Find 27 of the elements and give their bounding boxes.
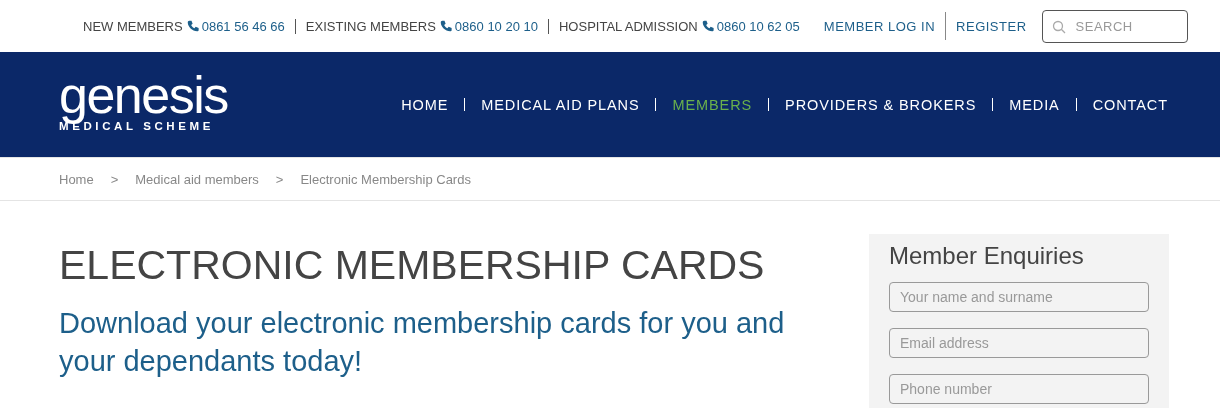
nav-link[interactable]: MEDICAL AID PLANS	[481, 96, 640, 113]
phone-link[interactable]: 0860 10 20 10	[454, 18, 538, 34]
input-field[interactable]: Your name and surname	[889, 282, 1149, 312]
nav-link[interactable]: HOME	[401, 96, 449, 113]
nav-link[interactable]: MEDIA	[1009, 96, 1060, 113]
nav-link[interactable]: MEMBERS	[672, 96, 753, 113]
phone-link[interactable]: 0861 56 46 66	[201, 18, 285, 34]
page-subtitle: Download your electronic membership cards for you and your dependants today!	[59, 306, 786, 380]
member-login-link[interactable]: MEMBER LOG IN	[823, 18, 936, 34]
breadcrumb-current: Electronic Membership Cards	[300, 171, 471, 187]
nav-link[interactable]: CONTACT	[1092, 96, 1168, 113]
panel-title: Member Enquiries	[889, 242, 1085, 270]
register-link[interactable]: REGISTER	[956, 18, 1027, 34]
contact-label: NEW MEMBERS	[83, 18, 183, 34]
breadcrumb-separator: >	[275, 171, 284, 187]
input-field[interactable]: Phone number	[889, 374, 1149, 404]
page-title: ELECTRONIC MEMBERSHIP CARDS	[59, 241, 766, 290]
breadcrumb-separator: >	[110, 171, 119, 187]
nav-link[interactable]: PROVIDERS & BROKERS	[785, 96, 977, 113]
contact-label: EXISTING MEMBERS	[305, 18, 436, 34]
search-field[interactable]: SEARCH	[1041, 9, 1188, 43]
phone-link[interactable]: 0860 10 62 05	[716, 18, 800, 34]
breadcrumb-link[interactable]: Home	[59, 171, 94, 187]
breadcrumb-link[interactable]: Medical aid members	[135, 171, 259, 187]
logo[interactable]: genesis MEDICAL SCHEME	[59, 69, 228, 132]
input-field[interactable]: Email address	[889, 328, 1149, 358]
contact-label: HOSPITAL ADMISSION	[559, 18, 698, 34]
